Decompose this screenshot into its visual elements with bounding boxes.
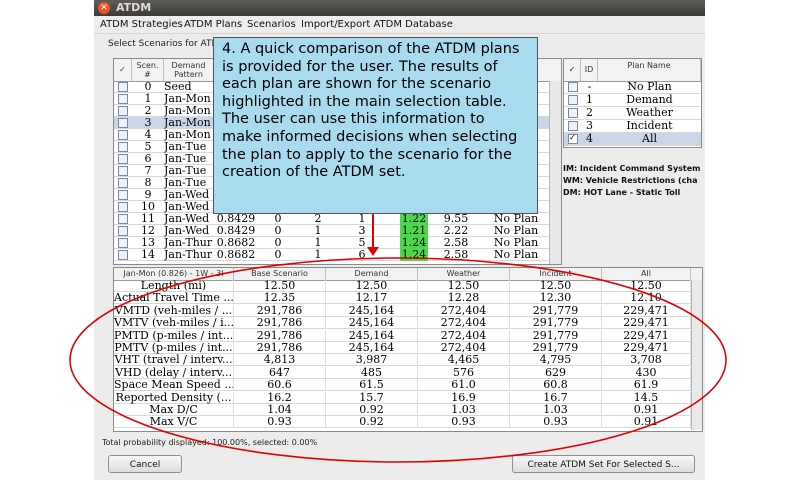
annotation-overlay <box>69 214 727 463</box>
annotation-ellipse <box>69 257 727 463</box>
annotation-arrow-head <box>367 247 379 256</box>
